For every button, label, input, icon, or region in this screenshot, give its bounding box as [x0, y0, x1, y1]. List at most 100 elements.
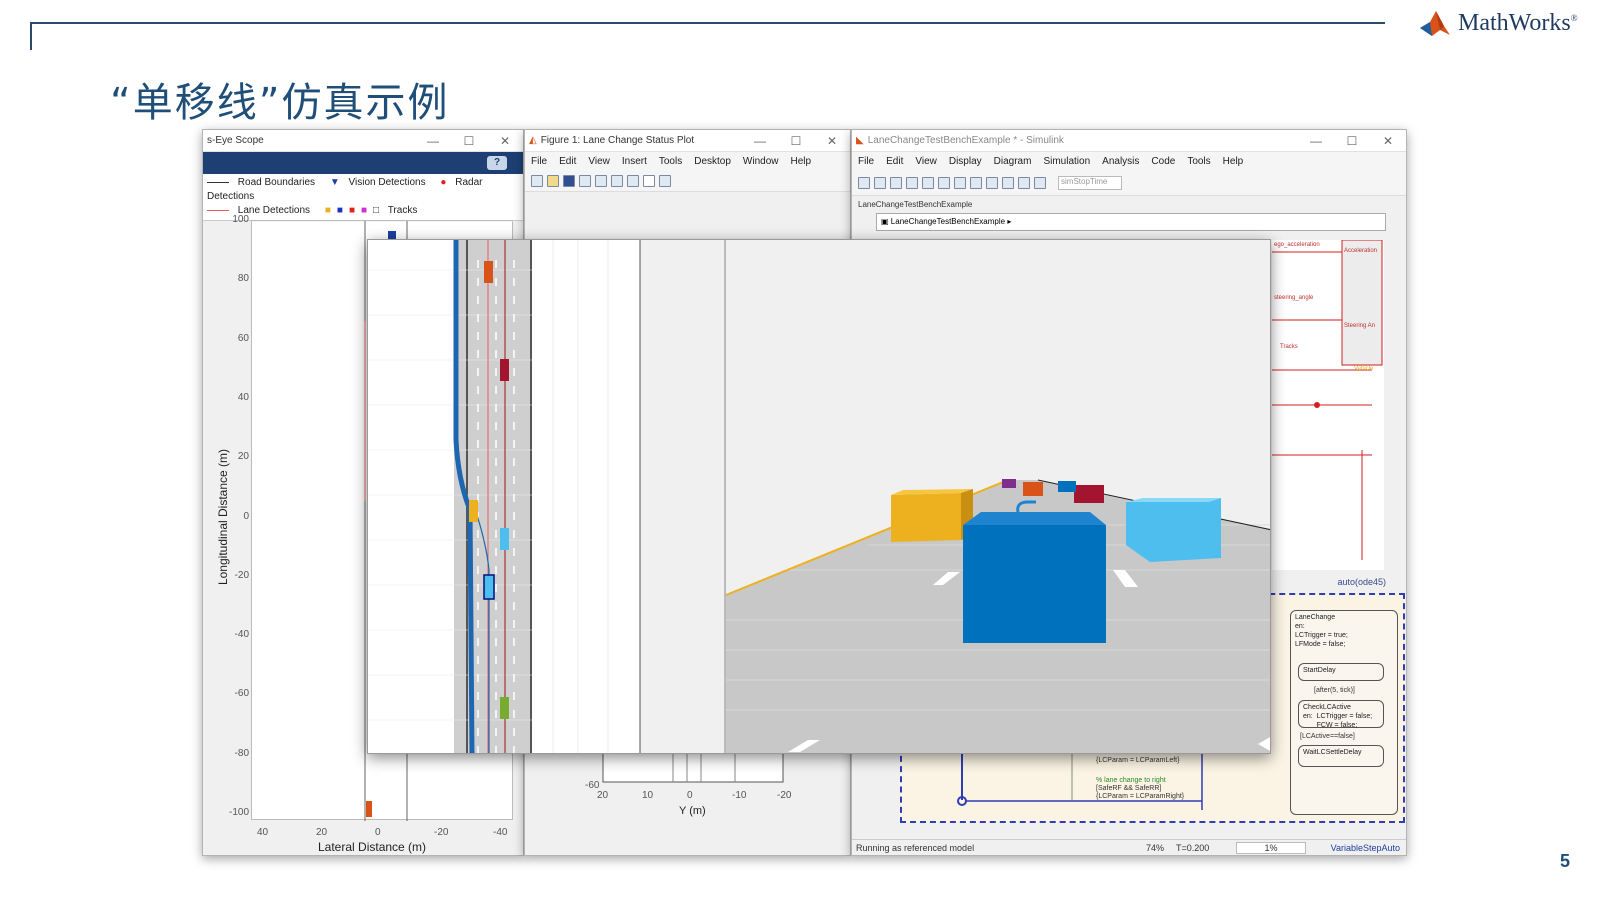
stop-time-field[interactable]: simStopTime	[1058, 175, 1122, 190]
square-icon: ■	[348, 205, 355, 216]
signal-canvas[interactable]: ego_acceleration Acceleration steering_a…	[1272, 239, 1384, 570]
bev-titlebar[interactable]: s-Eye Scope — ☐ ✕	[203, 130, 523, 152]
menu-item-diagram[interactable]: Diagram	[994, 156, 1032, 167]
signal-lines	[1272, 239, 1383, 560]
help-button[interactable]: ?	[487, 156, 507, 170]
colorbar-icon[interactable]	[611, 174, 623, 187]
menu-item-file[interactable]: File	[531, 156, 547, 167]
square-icon: ■	[324, 205, 331, 216]
bev-ytick: -20	[234, 569, 249, 581]
library-browser-icon[interactable]	[954, 176, 966, 189]
car-orange-far	[1023, 482, 1043, 496]
step-forward-icon[interactable]	[1018, 176, 1030, 189]
bev-xtick: -20	[434, 827, 449, 838]
slide-title: “单移线”仿真示例	[110, 80, 450, 126]
menu-item-edit[interactable]: Edit	[886, 156, 903, 167]
run-icon[interactable]	[1002, 176, 1014, 189]
matlab-figure-icon: ◭	[529, 135, 537, 146]
simulink-icon: ◣	[856, 135, 864, 146]
close-icon[interactable]: ✕	[814, 134, 850, 148]
status-time: T=0.200	[1176, 842, 1210, 853]
signal-label-acceleration: Acceleration	[1344, 248, 1378, 254]
settings-gear-icon[interactable]	[970, 176, 982, 189]
logo-text: MathWorks®	[1458, 9, 1578, 36]
property-editor-icon[interactable]	[659, 174, 671, 187]
fig-xtick: -10	[732, 790, 747, 801]
menu-item-edit[interactable]: Edit	[559, 156, 576, 167]
save-icon[interactable]	[563, 174, 575, 187]
fig-xtick: -20	[777, 790, 792, 801]
menu-item-help[interactable]: Help	[1223, 156, 1244, 167]
menu-item-tools[interactable]: Tools	[659, 156, 682, 167]
legend-road-boundaries: Road Boundaries	[207, 177, 321, 188]
save-icon[interactable]	[890, 176, 902, 189]
state-waitlcsettle[interactable]: WaitLCSettleDelay	[1298, 745, 1384, 767]
signal-label-tracks: Tracks	[1280, 344, 1298, 350]
breadcrumb[interactable]: ▣ LaneChangeTestBenchExample ▸	[876, 213, 1386, 231]
figure-titlebar[interactable]: ◭ Figure 1: Lane Change Status Plot — ☐ …	[525, 130, 850, 152]
menu-item-view[interactable]: View	[588, 156, 610, 167]
open-icon[interactable]	[874, 176, 886, 189]
menu-item-view[interactable]: View	[915, 156, 937, 167]
car-blue-far	[1058, 481, 1076, 492]
new-file-icon[interactable]	[531, 174, 543, 187]
pointer-icon[interactable]	[643, 174, 655, 187]
simulink-titlebar[interactable]: ◣ LaneChangeTestBenchExample * - Simulin…	[852, 130, 1406, 152]
menu-item-help[interactable]: Help	[791, 156, 812, 167]
close-icon[interactable]: ✕	[1370, 134, 1406, 148]
bev-xtick: 20	[316, 827, 328, 838]
state-checklcactive[interactable]: CheckLCActive en: LCTrigger = false; FCW…	[1298, 700, 1384, 729]
step-back-icon[interactable]	[986, 176, 998, 189]
square-icon: ■	[336, 205, 343, 216]
maximize-icon[interactable]: ☐	[451, 134, 487, 148]
header-rule-tick	[30, 22, 32, 50]
solver-label: auto(ode45)	[1337, 577, 1386, 587]
state-startdelay[interactable]: StartDelay	[1298, 663, 1384, 681]
forward-icon[interactable]	[922, 176, 934, 189]
menu-item-desktop[interactable]: Desktop	[694, 156, 731, 167]
link-plot-icon[interactable]	[595, 174, 607, 187]
minimize-icon[interactable]: —	[742, 134, 778, 148]
bev-xlabel: Lateral Distance (m)	[318, 840, 427, 854]
figure-toolbar	[525, 170, 850, 192]
bev-xtick: 0	[375, 827, 381, 838]
stop-icon[interactable]	[1034, 176, 1046, 189]
car-purple-far	[1002, 479, 1016, 488]
maximize-icon[interactable]: ☐	[1334, 134, 1370, 148]
bev-ytick: 0	[243, 510, 249, 522]
simulink-toolbar: simStopTime	[852, 170, 1406, 196]
menu-item-simulation[interactable]: Simulation	[1043, 156, 1090, 167]
minimize-icon[interactable]: —	[1298, 134, 1334, 148]
menu-item-display[interactable]: Display	[949, 156, 982, 167]
slide: MathWorks® “单移线”仿真示例 5 s-Eye Scope — ☐ ✕…	[0, 0, 1600, 900]
transition-after: [after(5, tick)]	[1314, 687, 1355, 694]
legend-icon[interactable]	[627, 174, 639, 187]
close-icon[interactable]: ✕	[487, 134, 523, 148]
simulation-overlay	[367, 239, 1271, 754]
model-icon: ▣	[881, 217, 889, 226]
status-solver[interactable]: VariableStepAuto	[1306, 843, 1406, 853]
lcparam-left: {LCParam = LCParamLeft}	[1096, 757, 1180, 764]
bev-ytick: 60	[237, 332, 249, 344]
up-icon[interactable]	[938, 176, 950, 189]
menu-item-insert[interactable]: Insert	[622, 156, 647, 167]
back-icon[interactable]	[906, 176, 918, 189]
fig-xlabel: Y (m)	[679, 805, 706, 817]
menu-item-analysis[interactable]: Analysis	[1102, 156, 1139, 167]
bev-title: s-Eye Scope	[207, 135, 264, 146]
model-tab[interactable]: LaneChangeTestBenchExample	[852, 196, 1406, 213]
transition-lcactive: [LCActive==false]	[1300, 733, 1355, 740]
menu-item-file[interactable]: File	[858, 156, 874, 167]
print-icon[interactable]	[579, 174, 591, 187]
open-folder-icon[interactable]	[547, 174, 559, 187]
maximize-icon[interactable]: ☐	[778, 134, 814, 148]
legend-vision-detections: ▼ Vision Detections	[329, 177, 426, 188]
header-rule	[30, 22, 1385, 24]
mathworks-logo: MathWorks®	[1418, 8, 1578, 38]
status-zoom: 74%	[1146, 842, 1165, 853]
minimize-icon[interactable]: —	[415, 134, 451, 148]
menu-item-tools[interactable]: Tools	[1187, 156, 1210, 167]
library-icon[interactable]	[858, 176, 870, 189]
menu-item-code[interactable]: Code	[1151, 156, 1175, 167]
menu-item-window[interactable]: Window	[743, 156, 779, 167]
